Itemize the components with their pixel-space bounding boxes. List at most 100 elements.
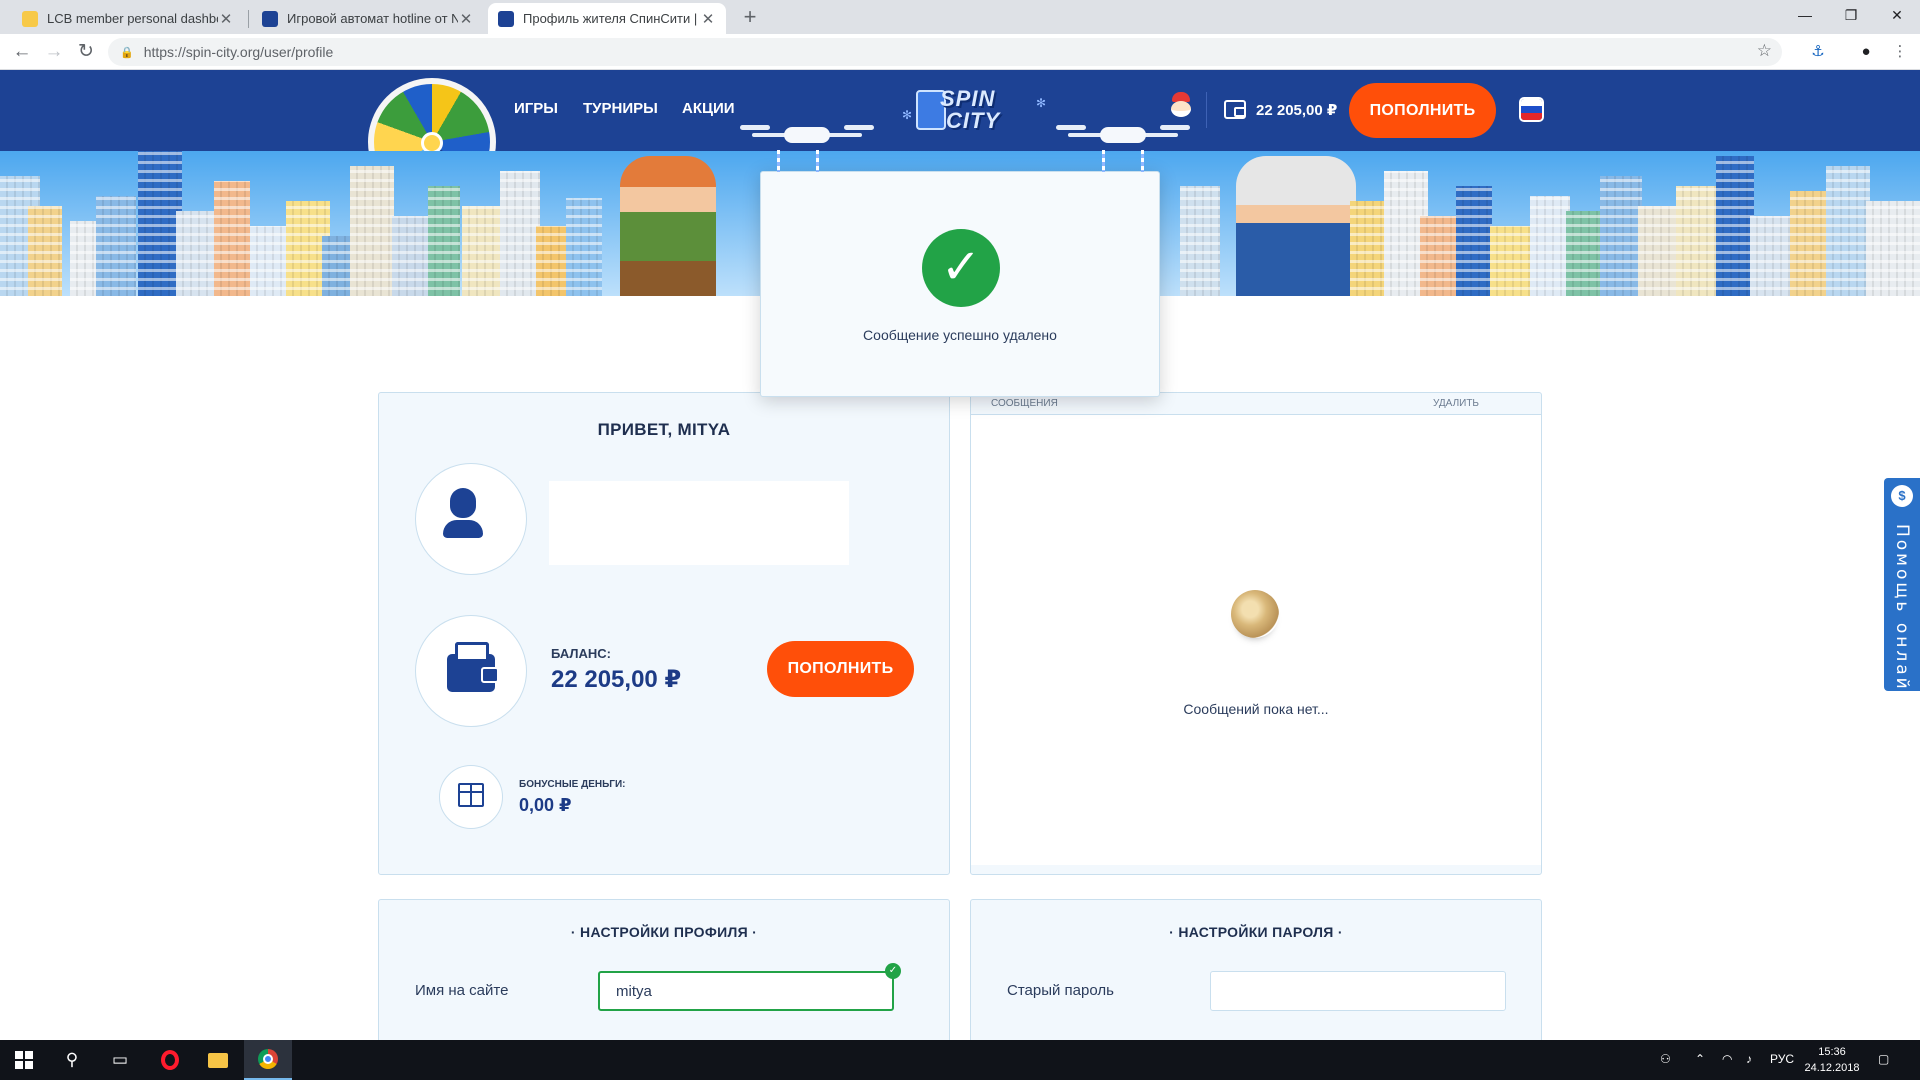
- avatar[interactable]: [415, 463, 527, 575]
- nav-tournaments-link[interactable]: ТУРНИРЫ: [583, 100, 658, 117]
- clock-time: 15:36: [1818, 1046, 1846, 1058]
- spincity-favicon-icon: [262, 10, 278, 27]
- old-password-label: Старый пароль: [1007, 982, 1114, 999]
- password-settings-title: · НАСТРОЙКИ ПАРОЛЯ ·: [1169, 924, 1343, 940]
- password-settings-card: · НАСТРОЙКИ ПАРОЛЯ · Старый пароль: [970, 899, 1542, 1049]
- lcb-favicon-icon: [22, 10, 38, 27]
- browser-tab-bar: LCB member personal dashboard ✕ Игровой …: [0, 0, 1920, 34]
- people-icon[interactable]: ⚇: [1660, 1052, 1671, 1066]
- check-circle-icon: ✓: [922, 229, 1000, 307]
- greeting-title: ПРИВЕТ, MITYA: [597, 420, 731, 439]
- opera-taskbar-icon[interactable]: [146, 1040, 194, 1080]
- bonus-label: БОНУСНЫЕ ДЕНЬГИ:: [519, 779, 626, 790]
- profile-settings-card: · НАСТРОЙКИ ПРОФИЛЯ · Имя на сайте ✓: [378, 899, 950, 1049]
- explorer-character: [620, 156, 716, 296]
- file-explorer-icon[interactable]: [194, 1040, 242, 1080]
- flag-stripe: [1521, 99, 1542, 106]
- minimize-button[interactable]: —: [1782, 0, 1828, 30]
- profile-card: ПРИВЕТ, MITYA БАЛАНС: 22 205,00 ₽ ПОПОЛН…: [378, 392, 950, 875]
- delete-messages-button[interactable]: УДАЛИТЬ: [1433, 398, 1479, 409]
- nav-games-link[interactable]: ИГРЫ: [514, 100, 558, 117]
- tab-close-icon[interactable]: ✕: [218, 10, 234, 28]
- modal-rope: [1141, 150, 1144, 172]
- help-online-label: Помощь онлайн: [1892, 524, 1912, 706]
- bonus-value: 0,00 ₽: [519, 795, 572, 815]
- forward-arrow-icon[interactable]: →: [40, 38, 68, 66]
- start-button[interactable]: [0, 1040, 48, 1080]
- lock-icon: 🔒: [120, 46, 134, 59]
- header-topup-button[interactable]: ПОПОЛНИТЬ: [1349, 83, 1496, 138]
- drone-left-icon: [740, 125, 874, 145]
- chat-bubble-icon: $: [1891, 485, 1913, 507]
- professor-character: [1236, 156, 1356, 296]
- url-text: https://spin-city.org/user/profile: [143, 44, 334, 60]
- old-password-input[interactable]: [1210, 971, 1506, 1011]
- maximize-button[interactable]: ❐: [1828, 0, 1874, 30]
- task-view-icon[interactable]: ▭: [96, 1040, 144, 1080]
- extension-icon[interactable]: ⚓: [1808, 42, 1828, 62]
- logo-text-spin: SPIN: [940, 86, 996, 111]
- snowflake-icon: ✻: [1036, 96, 1047, 110]
- tab-close-icon[interactable]: ✕: [700, 10, 716, 28]
- site-name-label: Имя на сайте: [415, 982, 509, 999]
- windows-logo-icon: [15, 1051, 33, 1069]
- empty-messages-text: Сообщений пока нет...: [1183, 701, 1329, 717]
- wallet-circle: [415, 615, 527, 727]
- new-tab-button[interactable]: +: [736, 4, 764, 32]
- taskbar-clock[interactable]: 15:36 24.12.2018: [1792, 1044, 1872, 1076]
- tab-hotline-slot[interactable]: Игровой автомат hotline от Net ✕: [252, 3, 484, 34]
- tab-label: LCB member personal dashboard: [47, 11, 218, 26]
- wallet-icon: [447, 642, 499, 692]
- santa-notifications-icon[interactable]: [1168, 92, 1194, 122]
- clock-date: 24.12.2018: [1804, 1062, 1860, 1074]
- menu-kebab-icon[interactable]: ⋮: [1890, 42, 1910, 62]
- help-online-widget[interactable]: $ Помощь онлайн: [1884, 478, 1920, 706]
- gift-icon: [458, 783, 484, 807]
- wallet-icon: [1224, 100, 1246, 119]
- tab-lcb-dashboard[interactable]: LCB member personal dashboard ✕: [12, 3, 244, 34]
- tray-chevron-up-icon[interactable]: ⌃: [1695, 1052, 1705, 1066]
- topup-button[interactable]: ПОПОЛНИТЬ: [767, 641, 914, 697]
- tab-label: Игровой автомат hotline от Net: [287, 11, 458, 26]
- success-modal: ✓ Сообщение успешно удалено: [760, 150, 1160, 397]
- gift-circle: [439, 765, 503, 829]
- address-bar[interactable]: 🔒 https://spin-city.org/user/profile ☆: [108, 38, 1782, 66]
- header-balance: 22 205,00 ₽: [1256, 102, 1338, 119]
- reload-icon[interactable]: ↻: [72, 38, 100, 66]
- language-flag-ru-icon[interactable]: [1519, 97, 1544, 122]
- nav-promos-link[interactable]: АКЦИИ: [682, 100, 735, 117]
- user-avatar-body: [443, 520, 483, 538]
- valid-check-icon: ✓: [885, 963, 901, 979]
- language-indicator[interactable]: РУС: [1770, 1052, 1794, 1066]
- messages-card: СООБЩЕНИЯ УДАЛИТЬ Сообщений пока нет...: [970, 392, 1542, 875]
- balance-value: 22 205,00 ₽: [551, 666, 682, 693]
- modal-rope: [816, 150, 819, 172]
- spin-city-logo[interactable]: SPIN CITY: [916, 84, 1012, 136]
- tab-close-icon[interactable]: ✕: [458, 10, 474, 28]
- back-arrow-icon[interactable]: ←: [8, 38, 36, 66]
- site-name-input[interactable]: [598, 971, 894, 1011]
- close-window-button[interactable]: ✕: [1874, 0, 1920, 30]
- bookmark-star-icon[interactable]: ☆: [1757, 41, 1772, 61]
- profile-settings-title: · НАСТРОЙКИ ПРОФИЛЯ ·: [570, 924, 758, 940]
- flag-stripe: [1521, 112, 1542, 120]
- logo-text-city: CITY: [946, 108, 1001, 133]
- messages-list: Сообщений пока нет...: [971, 415, 1541, 865]
- tab-profile-active[interactable]: Профиль жителя СпинСити | он ✕: [488, 3, 726, 34]
- browser-toolbar: ← → ↻ 🔒 https://spin-city.org/user/profi…: [0, 34, 1920, 70]
- user-info-box: [549, 481, 849, 565]
- tab-label: Профиль жителя СпинСити | он: [523, 11, 700, 26]
- header-divider: [1206, 92, 1207, 128]
- tab-separator: [248, 10, 249, 28]
- modal-message: Сообщение успешно удалено: [863, 327, 1057, 343]
- wifi-icon[interactable]: ◠: [1722, 1052, 1732, 1066]
- flag-stripe: [1521, 105, 1542, 113]
- profile-extension-icon[interactable]: ●: [1856, 42, 1876, 62]
- chrome-taskbar-icon[interactable]: [244, 1040, 292, 1080]
- search-icon[interactable]: ⚲: [48, 1040, 96, 1080]
- notifications-icon[interactable]: ▢: [1878, 1052, 1889, 1066]
- volume-icon[interactable]: ♪: [1746, 1052, 1752, 1066]
- messages-column-title: СООБЩЕНИЯ: [991, 398, 1058, 409]
- balance-label: БАЛАНС:: [551, 646, 612, 661]
- windows-taskbar: ⚲ ▭ ⚇ ⌃ ◠ ♪ РУС 15:36 24.12.2018 ▢: [0, 1040, 1920, 1080]
